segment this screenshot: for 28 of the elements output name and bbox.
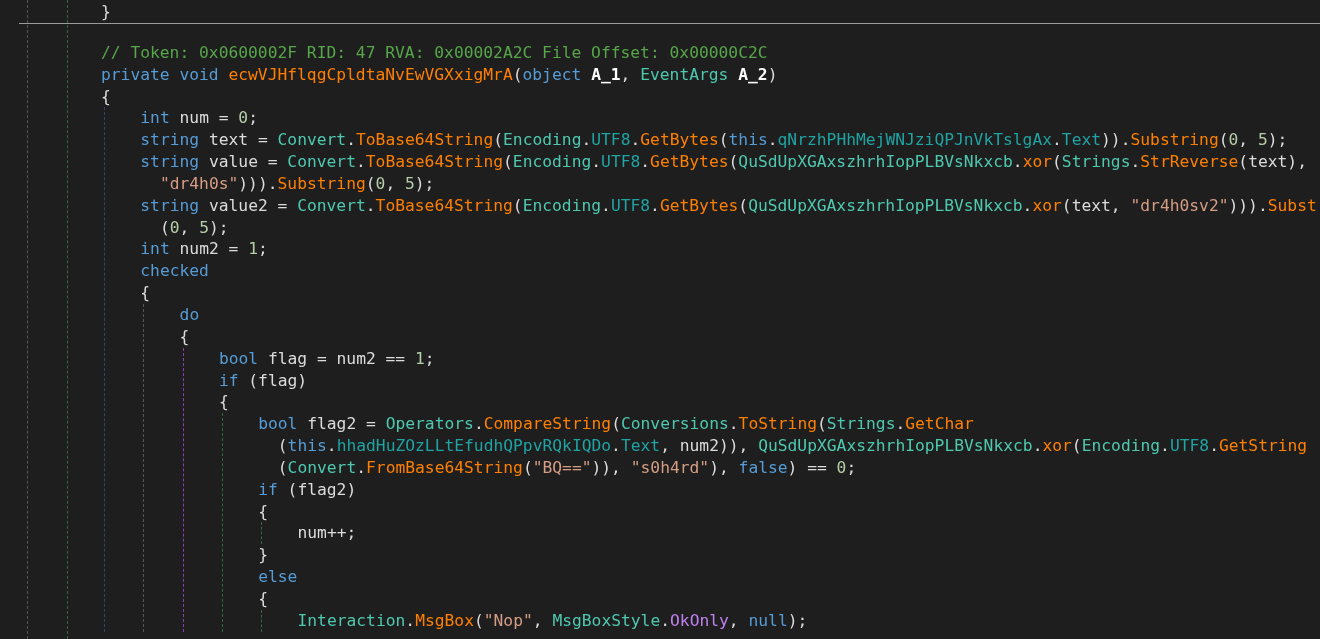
code-line: string value2 = Convert.ToBase64String(Encoding.UTF8.GetBytes(QuSdUpXGAxszhrhIopPLBVsNkxcb.xor(text, "dr4h0sv2"))).Subst	[140, 194, 1317, 217]
code-line: else	[258, 566, 298, 588]
code-line: (Convert.FromBase64String("BQ==")), "s0h4rd"), false) == 0;	[277, 456, 857, 479]
code-line: }	[101, 1, 111, 23]
code-line: private void ecwVJHflqgCpldtaNvEwVGXxigMrA(object A_1, EventArgs A_2)	[101, 63, 778, 86]
code-line: int num = 0;	[140, 107, 258, 130]
code-line: (0, 5);	[159, 216, 229, 239]
code-line: {	[258, 500, 268, 523]
code-line: Interaction.MsgBox("Nop", MsgBoxStyle.OkOnly, null);	[297, 609, 808, 632]
code-line: bool flag2 = Operators.CompareString(Conversions.ToString(Strings.GetChar	[258, 413, 974, 436]
code-line: int num2 = 1;	[140, 238, 268, 261]
code-line: {	[218, 391, 229, 414]
code-line: checked	[140, 260, 209, 283]
code-line: string text = Convert.ToBase64String(Encoding.UTF8.GetBytes(this.qNrzhPHhMejWNJziQPJnVkTslgAx.Text)).Substring(0, 5);	[140, 129, 1288, 152]
code-line: "dr4h0s"))).Substring(0, 5);	[159, 172, 435, 195]
code-line: if (flag)	[218, 369, 308, 392]
code-line: {	[258, 587, 268, 610]
code-line: (this.hhadHuZOzLLtEfudhQPpvRQkIQDo.Text, num2)), QuSdUpXGAxszhrhIopPLBVsNkxcb.xor(Encoding.UTF8.GetString	[277, 435, 1308, 457]
code-line: {	[101, 85, 111, 108]
code-line: string value = Convert.ToBase64String(Encoding.UTF8.GetBytes(QuSdUpXGAxszhrhIopPLBVsNkxcb.xor(Strings.StrReverse(text),	[140, 151, 1307, 173]
code-line: num++;	[297, 522, 357, 545]
code-line: }	[258, 544, 268, 567]
code-line: do	[179, 303, 200, 326]
code-line: if (flag2)	[258, 478, 357, 501]
code-line: // Token: 0x0600002F RID: 47 RVA: 0x00002A2C File Offset: 0x00000C2C	[101, 41, 768, 64]
code-line: bool flag = num2 == 1;	[218, 347, 435, 370]
code-line: {	[179, 325, 190, 348]
code-line: {	[140, 282, 151, 304]
